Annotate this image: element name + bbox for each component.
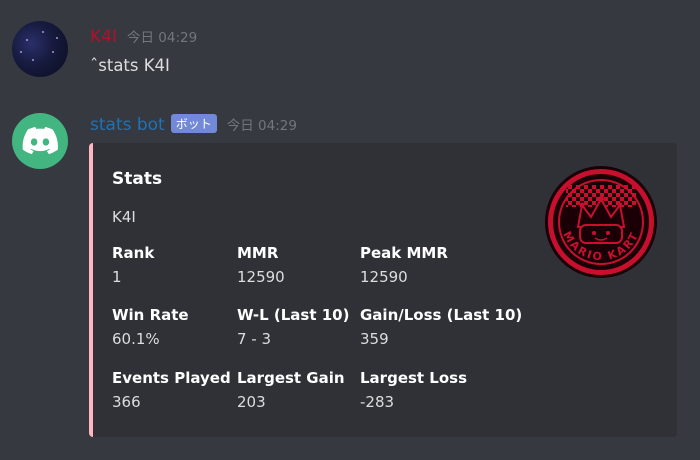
field-value: 12590	[237, 268, 285, 286]
field-rank: Rank 1	[112, 244, 154, 286]
field-name: Win Rate	[112, 306, 189, 324]
bot-avatar[interactable]	[12, 113, 68, 169]
user-avatar[interactable]	[12, 21, 68, 77]
field-value: 359	[360, 330, 389, 348]
embed-thumbnail[interactable]: MARIO KART	[544, 165, 658, 279]
user-message-text: ˆstats K4I	[90, 56, 170, 75]
embed-description: K4I	[112, 208, 136, 226]
user-timestamp: 今日 04:29	[126, 30, 198, 46]
embed-title: Stats	[112, 169, 163, 189]
user-username[interactable]: K4I	[90, 27, 117, 47]
field-events-played: Events Played 366	[112, 369, 231, 411]
field-peak-mmr: Peak MMR 12590	[360, 244, 448, 286]
field-win-loss: W-L (Last 10) 7 - 3	[237, 306, 349, 348]
field-name: Largest Gain	[237, 369, 345, 387]
field-name: Gain/Loss (Last 10)	[360, 306, 523, 324]
field-name: W-L (Last 10)	[237, 306, 350, 324]
discord-logo-icon	[22, 127, 58, 155]
embed-accent-bar	[89, 143, 93, 437]
field-name: Rank	[112, 244, 155, 262]
bot-tag-badge: ボット	[170, 114, 217, 133]
field-win-rate: Win Rate 60.1%	[112, 306, 189, 348]
user-message-header: K4I 今日 04:29	[90, 26, 197, 50]
bot-timestamp: 今日 04:29	[226, 118, 297, 134]
field-value: 12590	[360, 268, 408, 286]
field-name: MMR	[237, 244, 279, 262]
field-value: 60.1%	[112, 330, 160, 348]
field-mmr: MMR 12590	[237, 244, 285, 286]
field-name: Events Played	[112, 369, 231, 387]
field-value: 1	[112, 268, 122, 286]
field-name: Largest Loss	[360, 369, 468, 387]
bot-username[interactable]: stats bot	[90, 115, 165, 135]
field-name: Peak MMR	[360, 244, 448, 262]
field-largest-loss: Largest Loss -283	[360, 369, 467, 411]
field-gain-loss: Gain/Loss (Last 10) 359	[360, 306, 522, 348]
field-value: -283	[360, 393, 395, 411]
field-value: 366	[112, 393, 141, 411]
field-value: 7 - 3	[237, 330, 272, 348]
bot-message-header: stats bot ボット 今日 04:29	[90, 114, 297, 138]
field-value: 203	[237, 393, 266, 411]
field-largest-gain: Largest Gain 203	[237, 369, 345, 411]
stats-embed: Stats K4I Rank 1 MMR 12590 Peak MMR 1259…	[89, 143, 677, 437]
mario-kart-crown-emblem-icon: MARIO KART	[545, 166, 657, 278]
